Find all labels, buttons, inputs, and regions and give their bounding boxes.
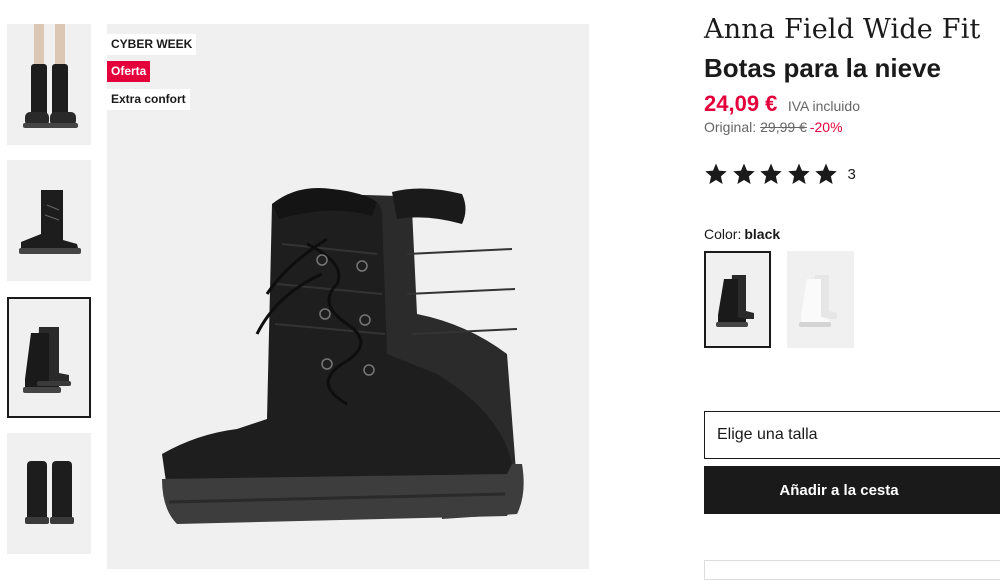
star-icon xyxy=(787,163,810,184)
product-title: Botas para la nieve xyxy=(704,53,941,83)
white-boots-image xyxy=(787,251,854,348)
badge-cyber-week: CYBER WEEK xyxy=(107,34,197,55)
size-select[interactable]: Elige una talla xyxy=(704,411,1000,459)
star-icon xyxy=(760,163,782,184)
badge-offer: Oferta xyxy=(107,61,151,82)
brand-name[interactable]: Anna Field Wide Fit xyxy=(704,14,981,45)
add-to-cart-button[interactable]: Añadir a la cesta xyxy=(704,466,1000,514)
wishlist-button-partial[interactable] xyxy=(704,560,1000,580)
color-label: Color: xyxy=(704,226,742,242)
original-price-row: Original: 29,99 € -20% xyxy=(704,119,843,135)
rating-count: 3 xyxy=(847,165,856,183)
star-icon xyxy=(732,163,755,184)
star-icon xyxy=(815,163,837,184)
original-price: 29,99 € xyxy=(760,119,807,135)
thumbnail-boots-worn[interactable] xyxy=(7,24,91,145)
color-swatch-white[interactable] xyxy=(787,251,854,348)
thumbnail-boots-pair[interactable] xyxy=(7,297,91,418)
discount-percent: -20% xyxy=(809,119,843,135)
thumbnail-boot-side[interactable] xyxy=(7,160,91,281)
vat-note: IVA incluido xyxy=(787,98,860,114)
boots-worn-image xyxy=(7,24,91,145)
price-row: 24,09 € IVA incluido xyxy=(704,91,860,117)
star-icon xyxy=(705,163,727,184)
original-label: Original: xyxy=(704,119,757,135)
boots-pair-image xyxy=(9,299,89,416)
badge-extra-comfort: Extra confort xyxy=(107,89,190,110)
rating[interactable]: 3 xyxy=(704,162,856,186)
boots-back-image xyxy=(7,433,91,554)
color-value: black xyxy=(744,226,781,242)
boot-side-image xyxy=(7,160,91,281)
color-selection-label: Color: black xyxy=(704,226,780,242)
color-swatch-black[interactable] xyxy=(704,251,771,348)
black-boots-image xyxy=(706,253,769,346)
current-price: 24,09 € xyxy=(704,91,778,116)
thumbnail-boots-back[interactable] xyxy=(7,433,91,554)
